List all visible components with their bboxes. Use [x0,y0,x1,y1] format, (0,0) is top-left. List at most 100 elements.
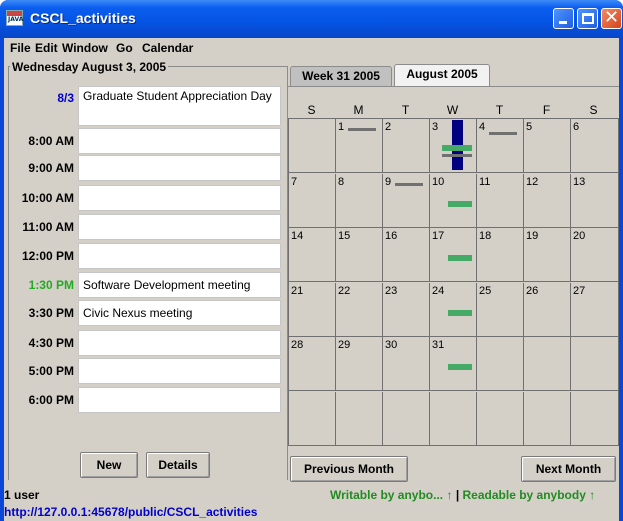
calendar-day-cell[interactable]: 23 [383,283,430,337]
calendar-day-number: 9 [385,176,392,188]
calendar-day-cell[interactable]: 13 [571,174,618,228]
calendar-day-cell[interactable]: 4 [477,119,524,173]
maximize-button[interactable] [577,8,598,29]
calendar-day-cell[interactable] [477,392,524,446]
slot-event-field[interactable]: Graduate Student Appreciation Day [78,86,281,126]
calendar-day-number: 30 [385,339,398,351]
close-button[interactable]: ✕ [601,7,622,29]
calendar-day-cell[interactable]: 19 [524,228,571,282]
calendar-day-cell[interactable]: 21 [289,283,336,337]
calendar-day-cell[interactable] [477,337,524,391]
next-month-button[interactable]: Next Month [521,456,616,482]
calendar-day-cell[interactable] [383,392,430,446]
user-count: 1 user [4,488,40,502]
calendar-day-cell[interactable]: 25 [477,283,524,337]
calendar-day-cell[interactable]: 31 [430,337,477,391]
calendar-day-number: 26 [526,285,539,297]
event-marker[interactable] [448,364,472,370]
slot-event-field[interactable] [78,214,281,240]
slot-event-field[interactable] [78,155,281,181]
calendar-day-cell[interactable]: 6 [571,119,618,173]
event-marker[interactable] [448,310,472,316]
weekday-label: T [401,103,410,117]
calendar-day-cell[interactable] [336,392,383,446]
calendar-day-cell[interactable]: 1 [336,119,383,173]
slot-event-field[interactable] [78,128,281,154]
calendar-day-cell[interactable] [571,392,618,446]
menu-calendar[interactable]: Calendar [142,41,193,55]
calendar-day-cell[interactable]: 20 [571,228,618,282]
slot-event-field[interactable] [78,185,281,211]
menu-window[interactable]: Window [62,41,108,55]
calendar-day-cell[interactable]: 28 [289,337,336,391]
menu-edit[interactable]: Edit [35,41,58,55]
previous-month-button[interactable]: Previous Month [290,456,408,482]
writable-status: Writable by anybo... [330,488,447,502]
calendar-day-cell[interactable]: 11 [477,174,524,228]
calendar-day-cell[interactable]: 24 [430,283,477,337]
minimize-button[interactable] [553,8,574,29]
calendar-day-cell[interactable]: 22 [336,283,383,337]
slot-event-field[interactable] [78,243,281,269]
event-marker[interactable] [442,145,472,151]
calendar-day-cell[interactable]: 8 [336,174,383,228]
event-marker[interactable] [489,132,517,135]
calendar-day-number: 28 [291,339,304,351]
calendar-day-cell[interactable]: 10 [430,174,477,228]
slot-time: 8:00 AM [28,134,74,148]
permissions-info: Writable by anybo... ↑ | Readable by any… [330,488,595,502]
new-event-button[interactable]: New [80,452,138,478]
event-marker[interactable] [395,183,423,186]
event-marker[interactable] [442,154,472,157]
calendar-day-cell[interactable] [571,337,618,391]
menu-go[interactable]: Go [116,41,133,55]
calendar-day-cell[interactable]: 2 [383,119,430,173]
calendar-day-number: 17 [432,230,445,242]
slot-time: 6:00 PM [28,393,74,407]
calendar-day-cell[interactable]: 26 [524,283,571,337]
calendar-day-cell[interactable]: 5 [524,119,571,173]
calendar-day-cell[interactable]: 12 [524,174,571,228]
calendar-day-cell[interactable] [430,392,477,446]
tab-week-31[interactable]: Week 31 2005 [290,66,392,86]
slot-event-field[interactable] [78,358,281,384]
calendar-day-cell[interactable]: 16 [383,228,430,282]
weekday-label: M [353,103,364,117]
slot-event-field[interactable]: Software Development meeting [78,272,281,298]
event-marker[interactable] [348,128,376,131]
calendar-day-cell[interactable] [289,119,336,173]
status-bar: 1 user http://127.0.0.1:45678/public/CSC… [4,485,619,521]
slot-time: 3:30 PM [28,306,74,320]
calendar-day-cell[interactable]: 7 [289,174,336,228]
calendar-day-cell[interactable] [524,392,571,446]
calendar-day-cell[interactable]: 27 [571,283,618,337]
calendar-day-cell[interactable]: 9 [383,174,430,228]
calendar-day-number: 8 [338,176,345,188]
calendar-day-cell[interactable]: 17 [430,228,477,282]
event-marker[interactable] [448,201,472,207]
calendar-day-cell[interactable]: 29 [336,337,383,391]
calendar-day-cell[interactable]: 18 [477,228,524,282]
slot-event-field[interactable] [78,330,281,356]
calendar-url[interactable]: http://127.0.0.1:45678/public/CSCL_activ… [4,505,257,519]
calendar-day-number: 14 [291,230,304,242]
calendar-day-cell[interactable] [289,392,336,446]
slot-event-field[interactable] [78,387,281,413]
menu-file[interactable]: File [10,41,31,55]
calendar-day-cell[interactable] [524,337,571,391]
java-app-icon[interactable]: JAVA [6,10,23,26]
calendar-day-cell[interactable]: 3 [430,119,477,173]
calendar-day-cell[interactable]: 30 [383,337,430,391]
slot-event-field[interactable]: Civic Nexus meeting [78,300,281,326]
event-marker[interactable] [448,255,472,261]
calendar-day-number: 12 [526,176,539,188]
details-button[interactable]: Details [146,452,210,478]
calendar-day-number: 22 [338,285,351,297]
calendar-day-number: 15 [338,230,351,242]
app-window: JAVA CSCL_activities ✕ File Edit Window … [0,0,623,521]
title-bar[interactable]: JAVA CSCL_activities ✕ [0,0,623,38]
tab-august-2005[interactable]: August 2005 [394,64,490,87]
weekday-label: W [446,103,459,117]
calendar-day-cell[interactable]: 15 [336,228,383,282]
calendar-day-cell[interactable]: 14 [289,228,336,282]
